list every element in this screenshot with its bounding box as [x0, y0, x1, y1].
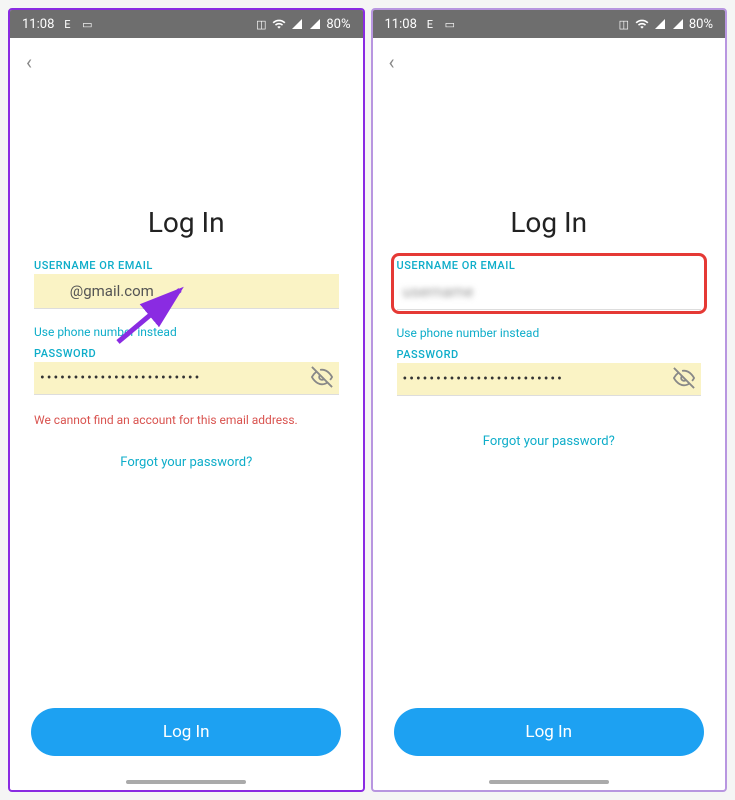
back-button[interactable]: ‹: [373, 38, 726, 86]
use-phone-link[interactable]: Use phone number instead: [397, 326, 702, 340]
signal-icon-2: [308, 17, 322, 31]
username-field-group: USERNAME OR EMAIL: [34, 259, 339, 309]
forgot-password-link[interactable]: Forgot your password?: [34, 455, 339, 470]
signal-icon-1: [290, 17, 304, 31]
phone-screen-right: 11:08 E ▭ ◫ 80% ‹ Log In USERNAME OR EMA…: [371, 8, 728, 792]
back-button[interactable]: ‹: [10, 38, 363, 86]
status-battery: 80%: [689, 17, 713, 32]
statusbar: 11:08 E ▭ ◫ 80%: [373, 10, 726, 38]
signal-icon-2: [671, 17, 685, 31]
error-message: We cannot find an account for this email…: [34, 413, 339, 427]
app-icon-e: E: [60, 17, 74, 31]
home-indicator[interactable]: [489, 780, 609, 784]
vibrate-icon: ◫: [254, 17, 268, 31]
page-title: Log In: [397, 206, 702, 239]
password-input[interactable]: [34, 362, 339, 395]
vibrate-icon: ◫: [617, 17, 631, 31]
page-title: Log In: [34, 206, 339, 239]
app-icon-pic: ▭: [80, 17, 94, 31]
password-label: PASSWORD: [397, 348, 702, 361]
statusbar: 11:08 E ▭ ◫ 80%: [10, 10, 363, 38]
wifi-icon: [635, 17, 649, 31]
chevron-left-icon: ‹: [389, 50, 395, 74]
eye-off-icon[interactable]: [673, 367, 695, 393]
wifi-icon: [272, 17, 286, 31]
login-button[interactable]: Log In: [394, 708, 704, 756]
app-icon-pic: ▭: [443, 17, 457, 31]
password-label: PASSWORD: [34, 347, 339, 360]
status-time: 11:08: [385, 17, 417, 32]
username-label: USERNAME OR EMAIL: [34, 259, 339, 272]
home-indicator[interactable]: [126, 780, 246, 784]
username-blurred: username: [403, 282, 474, 301]
use-phone-link[interactable]: Use phone number instead: [34, 325, 339, 339]
username-label: USERNAME OR EMAIL: [397, 259, 702, 272]
app-icon-e: E: [423, 17, 437, 31]
password-field-group: PASSWORD: [34, 347, 339, 395]
status-battery: 80%: [326, 17, 350, 32]
signal-icon-1: [653, 17, 667, 31]
phone-screen-left: 11:08 E ▭ ◫ 80% ‹ Log In USERNAME OR EMA…: [8, 8, 365, 792]
status-time: 11:08: [22, 17, 54, 32]
chevron-left-icon: ‹: [26, 50, 32, 74]
password-input[interactable]: [397, 363, 702, 396]
username-input[interactable]: [34, 274, 339, 309]
eye-off-icon[interactable]: [311, 366, 333, 392]
login-content: Log In USERNAME OR EMAIL Use phone numbe…: [10, 86, 363, 708]
forgot-password-link[interactable]: Forgot your password?: [397, 434, 702, 449]
login-content: Log In USERNAME OR EMAIL username Use ph…: [373, 86, 726, 708]
password-field-group: PASSWORD: [397, 348, 702, 396]
username-field-group: USERNAME OR EMAIL username: [397, 259, 702, 310]
login-button[interactable]: Log In: [31, 708, 341, 756]
